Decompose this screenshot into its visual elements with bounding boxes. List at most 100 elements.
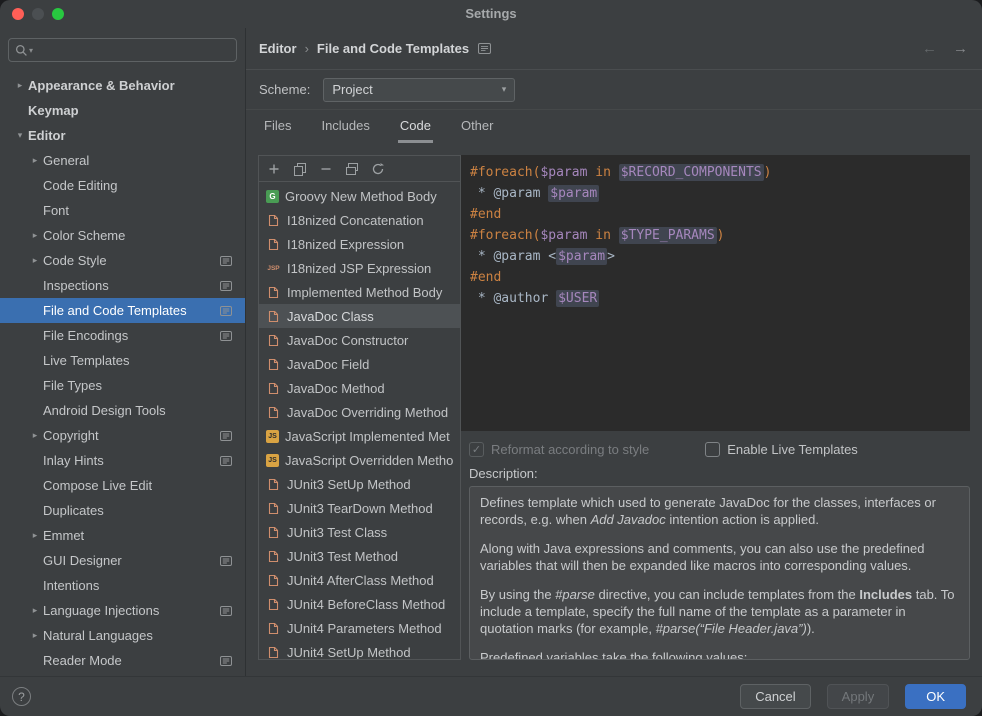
monitor-icon — [220, 606, 232, 616]
sidebar-item-copyright[interactable]: ▸ Copyright — [0, 423, 245, 448]
scheme-select[interactable]: Project ▾ — [323, 78, 515, 102]
sidebar-item-code-editing[interactable]: Code Editing — [0, 173, 245, 198]
template-item-javascript-implemented-met[interactable]: JS JavaScript Implemented Met — [259, 424, 460, 448]
reset-icon[interactable] — [371, 162, 385, 176]
template-label: I18nized JSP Expression — [287, 261, 431, 276]
sidebar-item-label: Duplicates — [43, 503, 104, 518]
chevron-icon[interactable]: ▸ — [27, 430, 43, 441]
sidebar-item-file-encodings[interactable]: File Encodings — [0, 323, 245, 348]
monitor-icon — [220, 556, 232, 566]
add-icon[interactable] — [267, 162, 281, 176]
sidebar-item-file-types[interactable]: File Types — [0, 373, 245, 398]
chevron-icon[interactable]: ▸ — [12, 80, 28, 91]
template-item-junit3-test-class[interactable]: JUnit3 Test Class — [259, 520, 460, 544]
template-file-icon — [266, 526, 281, 539]
template-label: JavaScript Implemented Met — [285, 429, 450, 444]
template-item-junit4-afterclass-method[interactable]: JUnit4 AfterClass Method — [259, 568, 460, 592]
sidebar-item-keymap[interactable]: Keymap — [0, 98, 245, 123]
sidebar-item-label: Live Templates — [43, 353, 129, 368]
code-line: * @param $param — [470, 183, 970, 204]
check-icon: ✓ — [472, 443, 481, 456]
copy-icon[interactable] — [293, 162, 307, 176]
chevron-icon[interactable]: ▸ — [27, 155, 43, 166]
code-line: * @author $USER — [470, 288, 970, 309]
template-item-junit3-test-method[interactable]: JUnit3 Test Method — [259, 544, 460, 568]
template-item-javadoc-method[interactable]: JavaDoc Method — [259, 376, 460, 400]
tab-code[interactable]: Code — [398, 110, 433, 143]
template-item-javascript-overridden-metho[interactable]: JS JavaScript Overridden Metho — [259, 448, 460, 472]
template-item-javadoc-field[interactable]: JavaDoc Field — [259, 352, 460, 376]
template-item-javadoc-class[interactable]: JavaDoc Class — [259, 304, 460, 328]
sidebar-item-duplicates[interactable]: Duplicates — [0, 498, 245, 523]
template-editor[interactable]: #foreach($param in $RECORD_COMPONENTS) *… — [461, 155, 970, 431]
template-item-i18nized-concatenation[interactable]: I18nized Concatenation — [259, 208, 460, 232]
template-label: JUnit3 Test Class — [287, 525, 387, 540]
template-file-icon — [266, 286, 281, 299]
help-button[interactable]: ? — [12, 687, 31, 706]
sidebar-item-emmet[interactable]: ▸ Emmet — [0, 523, 245, 548]
chevron-icon[interactable]: ▸ — [27, 230, 43, 241]
sidebar-item-general[interactable]: ▸ General — [0, 148, 245, 173]
sidebar-item-intentions[interactable]: Intentions — [0, 573, 245, 598]
template-item-junit3-teardown-method[interactable]: JUnit3 TearDown Method — [259, 496, 460, 520]
forward-button[interactable]: → — [953, 40, 968, 57]
template-label: JUnit4 Parameters Method — [287, 621, 442, 636]
tab-includes[interactable]: Includes — [319, 110, 371, 143]
sidebar-item-inspections[interactable]: Inspections — [0, 273, 245, 298]
tab-other[interactable]: Other — [459, 110, 496, 143]
description-paragraph: Defines template which used to generate … — [480, 494, 959, 528]
template-item-junit4-setup-method[interactable]: JUnit4 SetUp Method — [259, 640, 460, 659]
template-item-groovy-new-method-body[interactable]: G Groovy New Method Body — [259, 184, 460, 208]
chevron-icon[interactable]: ▸ — [27, 530, 43, 541]
sidebar-item-language-injections[interactable]: ▸ Language Injections — [0, 598, 245, 623]
sidebar-item-color-scheme[interactable]: ▸ Color Scheme — [0, 223, 245, 248]
sidebar-item-reader-mode[interactable]: Reader Mode — [0, 648, 245, 673]
template-file-icon — [266, 598, 281, 611]
chevron-icon[interactable]: ▸ — [27, 605, 43, 616]
template-item-javadoc-constructor[interactable]: JavaDoc Constructor — [259, 328, 460, 352]
sidebar-item-android-design-tools[interactable]: Android Design Tools — [0, 398, 245, 423]
sidebar-item-label: Language Injections — [43, 603, 159, 618]
sidebar-item-editor[interactable]: ▾ Editor — [0, 123, 245, 148]
live-templates-checkbox[interactable]: ✓ — [705, 442, 720, 457]
template-item-junit3-setup-method[interactable]: JUnit3 SetUp Method — [259, 472, 460, 496]
monitor-icon — [478, 43, 491, 54]
template-item-i18nized-jsp-expression[interactable]: JSP I18nized JSP Expression — [259, 256, 460, 280]
sidebar-item-file-and-code-templates[interactable]: File and Code Templates — [0, 298, 245, 323]
sidebar-item-inlay-hints[interactable]: Inlay Hints — [0, 448, 245, 473]
chevron-icon[interactable]: ▸ — [27, 630, 43, 641]
reformat-checkbox[interactable]: ✓ — [469, 442, 484, 457]
back-button[interactable]: ← — [922, 40, 937, 57]
chevron-icon[interactable]: ▾ — [12, 130, 28, 141]
template-file-icon — [266, 382, 281, 395]
remove-icon[interactable] — [319, 162, 333, 176]
template-item-junit4-parameters-method[interactable]: JUnit4 Parameters Method — [259, 616, 460, 640]
sidebar-item-live-templates[interactable]: Live Templates — [0, 348, 245, 373]
sidebar-item-code-style[interactable]: ▸ Code Style — [0, 248, 245, 273]
template-label: JUnit3 Test Method — [287, 549, 398, 564]
breadcrumb-editor[interactable]: Editor — [259, 41, 297, 56]
apply-button[interactable]: Apply — [827, 684, 890, 709]
footer-buttons: Cancel Apply OK — [740, 684, 966, 709]
ok-button[interactable]: OK — [905, 684, 966, 709]
live-templates-label[interactable]: Enable Live Templates — [727, 442, 858, 457]
titlebar: Settings — [0, 0, 982, 28]
template-file-icon — [266, 334, 281, 347]
cancel-button[interactable]: Cancel — [740, 684, 810, 709]
template-item-junit4-beforeclass-method[interactable]: JUnit4 BeforeClass Method — [259, 592, 460, 616]
sidebar-item-appearance-behavior[interactable]: ▸ Appearance & Behavior — [0, 73, 245, 98]
template-item-i18nized-expression[interactable]: I18nized Expression — [259, 232, 460, 256]
template-file-icon — [266, 550, 281, 563]
duplicate-icon[interactable] — [345, 162, 359, 176]
sidebar-item-font[interactable]: Font — [0, 198, 245, 223]
sidebar-item-label: Android Design Tools — [43, 403, 166, 418]
settings-search[interactable]: ▾ — [8, 38, 237, 62]
template-item-implemented-method-body[interactable]: Implemented Method Body — [259, 280, 460, 304]
tab-files[interactable]: Files — [262, 110, 293, 143]
sidebar-item-compose-live-edit[interactable]: Compose Live Edit — [0, 473, 245, 498]
sidebar-item-natural-languages[interactable]: ▸ Natural Languages — [0, 623, 245, 648]
template-item-javadoc-overriding-method[interactable]: JavaDoc Overriding Method — [259, 400, 460, 424]
sidebar-item-gui-designer[interactable]: GUI Designer — [0, 548, 245, 573]
chevron-icon[interactable]: ▸ — [27, 255, 43, 266]
search-input[interactable] — [37, 42, 230, 59]
